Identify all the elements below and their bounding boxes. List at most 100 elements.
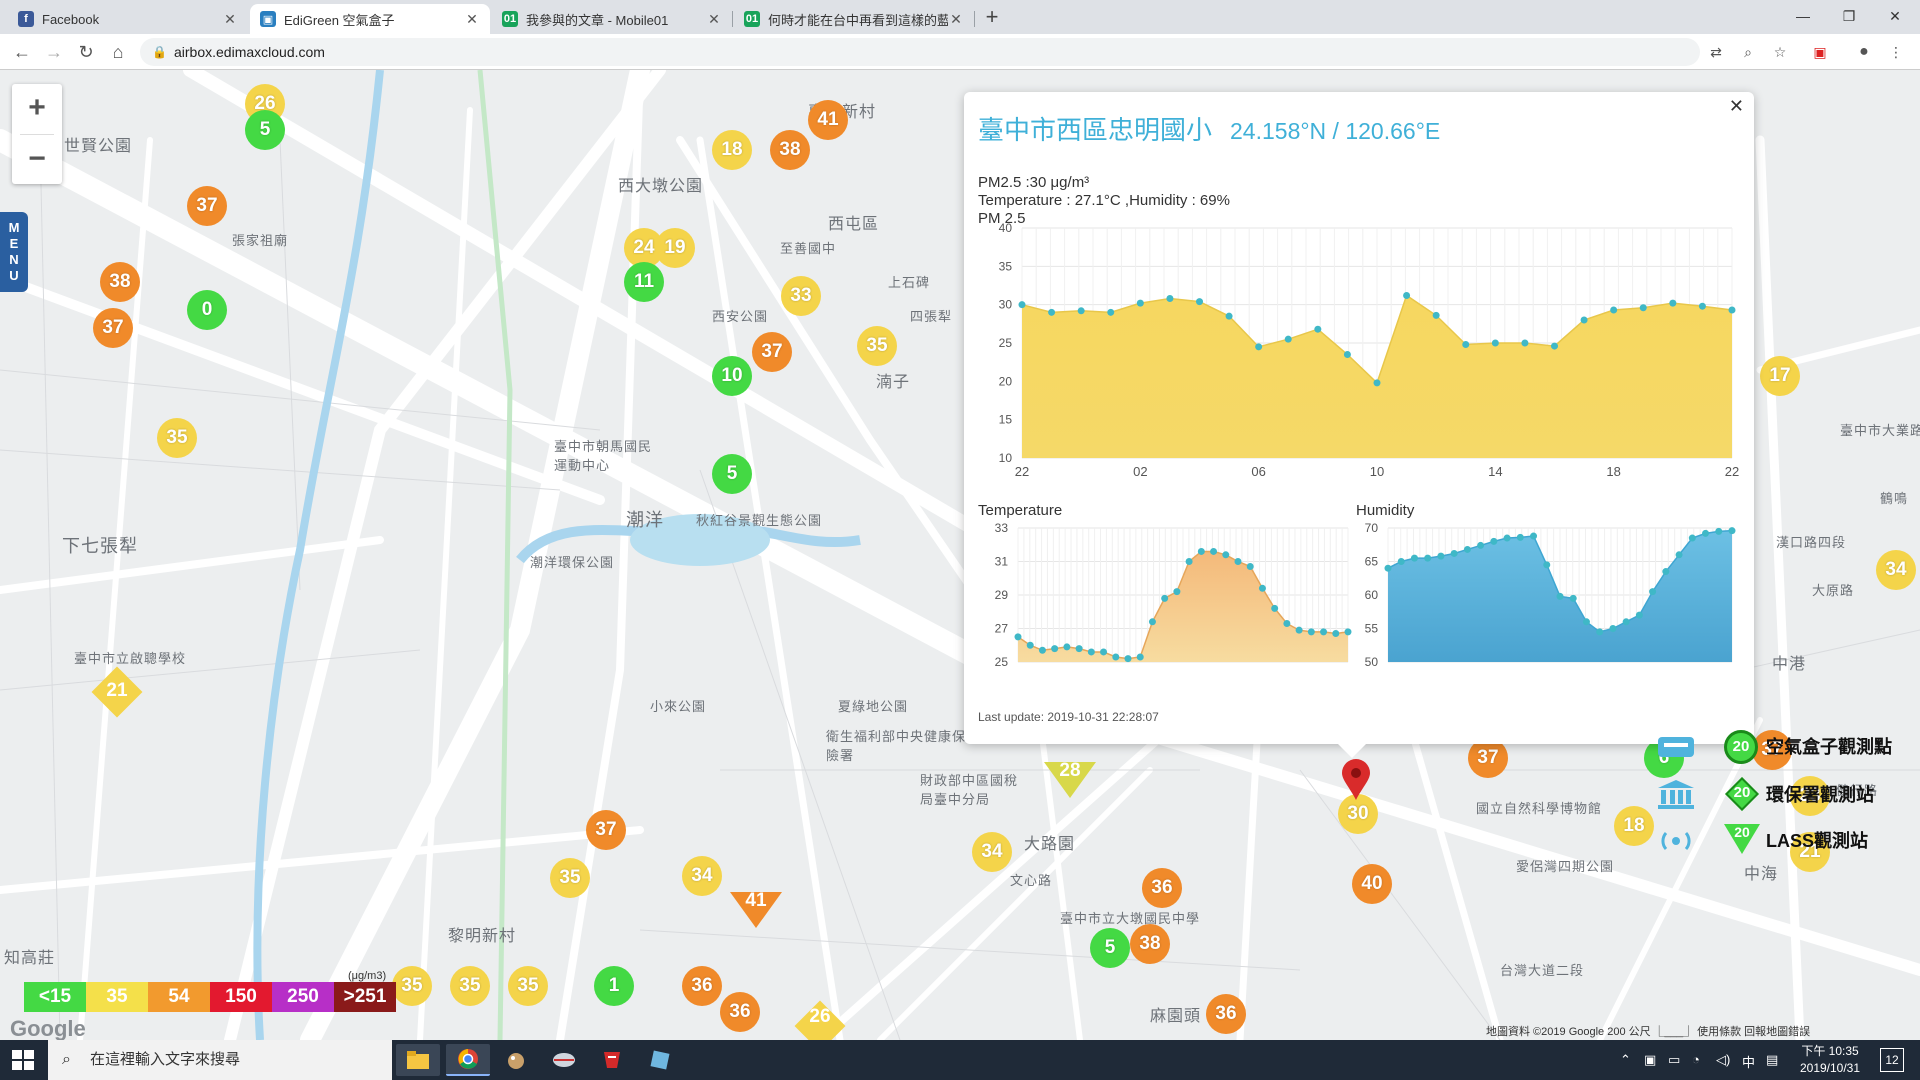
tab-edigreen[interactable]: ▣ EdiGreen 空氣盒子 ✕ xyxy=(250,4,490,34)
data-point[interactable] xyxy=(1124,655,1132,663)
close-tab-icon[interactable]: ✕ xyxy=(948,11,964,28)
sensor-marker[interactable]: 36 xyxy=(682,966,722,1006)
data-point[interactable] xyxy=(1271,604,1279,612)
data-point[interactable] xyxy=(1225,312,1233,320)
location-pin-icon[interactable] xyxy=(1340,758,1372,802)
data-point[interactable] xyxy=(1728,306,1736,314)
data-point[interactable] xyxy=(1702,529,1710,537)
sensor-marker[interactable]: 34 xyxy=(1876,550,1916,590)
data-point[interactable] xyxy=(1477,541,1485,549)
new-tab-button[interactable]: + xyxy=(978,4,1006,32)
data-point[interactable] xyxy=(1582,618,1590,626)
address-bar[interactable]: 🔒 airbox.edimaxcloud.com xyxy=(140,38,1700,66)
zoom-out-button[interactable]: − xyxy=(12,135,62,185)
data-point[interactable] xyxy=(1148,618,1156,626)
data-point[interactable] xyxy=(1698,302,1706,310)
sensor-marker[interactable]: 5 xyxy=(1090,928,1130,968)
data-point[interactable] xyxy=(1450,549,1458,557)
sensor-marker[interactable]: 38 xyxy=(100,262,140,302)
close-tab-icon[interactable]: ✕ xyxy=(222,11,238,28)
data-point[interactable] xyxy=(1314,325,1322,333)
notification-icon[interactable]: 12 xyxy=(1880,1048,1904,1072)
sensor-marker[interactable]: 37 xyxy=(586,810,626,850)
data-point[interactable] xyxy=(1284,335,1292,343)
legend-epa[interactable]: 20 環保署觀測站 xyxy=(1656,776,1874,812)
map[interactable]: 世賢公園 張家祖廟 西大墩公園 臺中市朝馬國民運動中心 潮洋 潮洋環保公園 秋紅… xyxy=(0,70,1920,1040)
sensor-marker[interactable]: 36 xyxy=(1206,994,1246,1034)
close-icon[interactable]: ✕ xyxy=(1729,96,1744,117)
data-point[interactable] xyxy=(1185,558,1193,565)
sensor-marker[interactable]: 37 xyxy=(187,186,227,226)
data-point[interactable] xyxy=(1463,545,1471,553)
data-point[interactable] xyxy=(1344,628,1352,636)
sensor-marker[interactable]: 35 xyxy=(550,858,590,898)
data-point[interactable] xyxy=(1569,594,1577,602)
data-point[interactable] xyxy=(1373,379,1381,387)
sensor-marker[interactable]: 0 xyxy=(187,290,227,330)
network-icon[interactable]: ◔ xyxy=(1692,1052,1700,1067)
sensor-marker[interactable]: 17 xyxy=(1760,356,1800,396)
tab-mobile01-thread[interactable]: 01 何時才能在台中再看到這樣的藍 ✕ xyxy=(734,4,974,34)
close-window-button[interactable]: ✕ xyxy=(1872,2,1918,30)
data-point[interactable] xyxy=(1516,533,1524,541)
data-point[interactable] xyxy=(1048,308,1056,316)
data-point[interactable] xyxy=(1332,630,1340,638)
data-point[interactable] xyxy=(1610,306,1618,314)
data-point[interactable] xyxy=(1530,532,1538,540)
sensor-marker[interactable]: 33 xyxy=(781,276,821,316)
reload-icon[interactable]: ↻ xyxy=(74,40,98,64)
data-point[interactable] xyxy=(1490,537,1498,545)
map-attribution[interactable]: 地圖資料 ©2019 Google 200 公尺 ⎿___⏌ 使用條款 回報地圖… xyxy=(1486,1023,1810,1039)
data-point[interactable] xyxy=(1503,534,1511,542)
data-point[interactable] xyxy=(1728,527,1736,535)
menu-button[interactable]: MENU xyxy=(0,212,28,292)
data-point[interactable] xyxy=(1283,619,1291,627)
chrome-icon[interactable] xyxy=(446,1044,490,1076)
data-point[interactable] xyxy=(1112,653,1120,661)
sensor-marker[interactable]: 5 xyxy=(712,454,752,494)
tray-overflow-icon[interactable]: ⌃ xyxy=(1620,1052,1631,1068)
zoom-icon[interactable]: ⌕ xyxy=(1738,42,1758,62)
data-point[interactable] xyxy=(1403,291,1411,299)
close-tab-icon[interactable]: ✕ xyxy=(706,11,722,28)
app-icon[interactable] xyxy=(542,1044,586,1076)
data-point[interactable] xyxy=(1258,584,1266,592)
data-point[interactable] xyxy=(1166,295,1174,303)
data-point[interactable] xyxy=(1715,527,1723,535)
app-icon[interactable] xyxy=(494,1044,538,1076)
data-point[interactable] xyxy=(1437,552,1445,560)
data-point[interactable] xyxy=(1161,594,1169,602)
data-point[interactable] xyxy=(1432,311,1440,319)
data-point[interactable] xyxy=(1018,301,1026,309)
sensor-marker[interactable]: 35 xyxy=(857,326,897,366)
more-menu-icon[interactable]: ⋮ xyxy=(1886,42,1906,62)
app-icon[interactable] xyxy=(590,1044,634,1076)
data-point[interactable] xyxy=(1384,564,1392,572)
sensor-marker[interactable]: 35 xyxy=(157,418,197,458)
data-point[interactable] xyxy=(1410,554,1418,562)
maximize-button[interactable]: ❐ xyxy=(1826,2,1872,30)
minimize-button[interactable]: — xyxy=(1780,2,1826,30)
close-tab-icon[interactable]: ✕ xyxy=(464,11,480,28)
sensor-marker[interactable]: 35 xyxy=(450,966,490,1006)
data-point[interactable] xyxy=(1051,645,1059,653)
sensor-marker[interactable]: 38 xyxy=(770,130,810,170)
data-point[interactable] xyxy=(1397,558,1405,565)
profile-icon[interactable]: ● xyxy=(1854,42,1874,62)
data-point[interactable] xyxy=(1662,568,1670,576)
data-point[interactable] xyxy=(1136,653,1144,661)
data-point[interactable] xyxy=(1210,547,1218,555)
data-point[interactable] xyxy=(1173,588,1181,596)
sensor-marker[interactable]: 18 xyxy=(1614,806,1654,846)
ime-indicator[interactable]: 中 xyxy=(1742,1052,1755,1071)
translate-icon[interactable]: ⇄ xyxy=(1706,42,1726,62)
keyboard-icon[interactable]: ▤ xyxy=(1766,1052,1778,1068)
data-point[interactable] xyxy=(1234,558,1242,565)
data-point[interactable] xyxy=(1107,308,1115,316)
data-point[interactable] xyxy=(1075,645,1083,653)
sensor-marker[interactable]: 40 xyxy=(1352,864,1392,904)
data-point[interactable] xyxy=(1609,625,1617,632)
data-point[interactable] xyxy=(1295,626,1303,634)
sensor-marker[interactable]: 34 xyxy=(972,832,1012,872)
sensor-marker[interactable]: 37 xyxy=(752,332,792,372)
